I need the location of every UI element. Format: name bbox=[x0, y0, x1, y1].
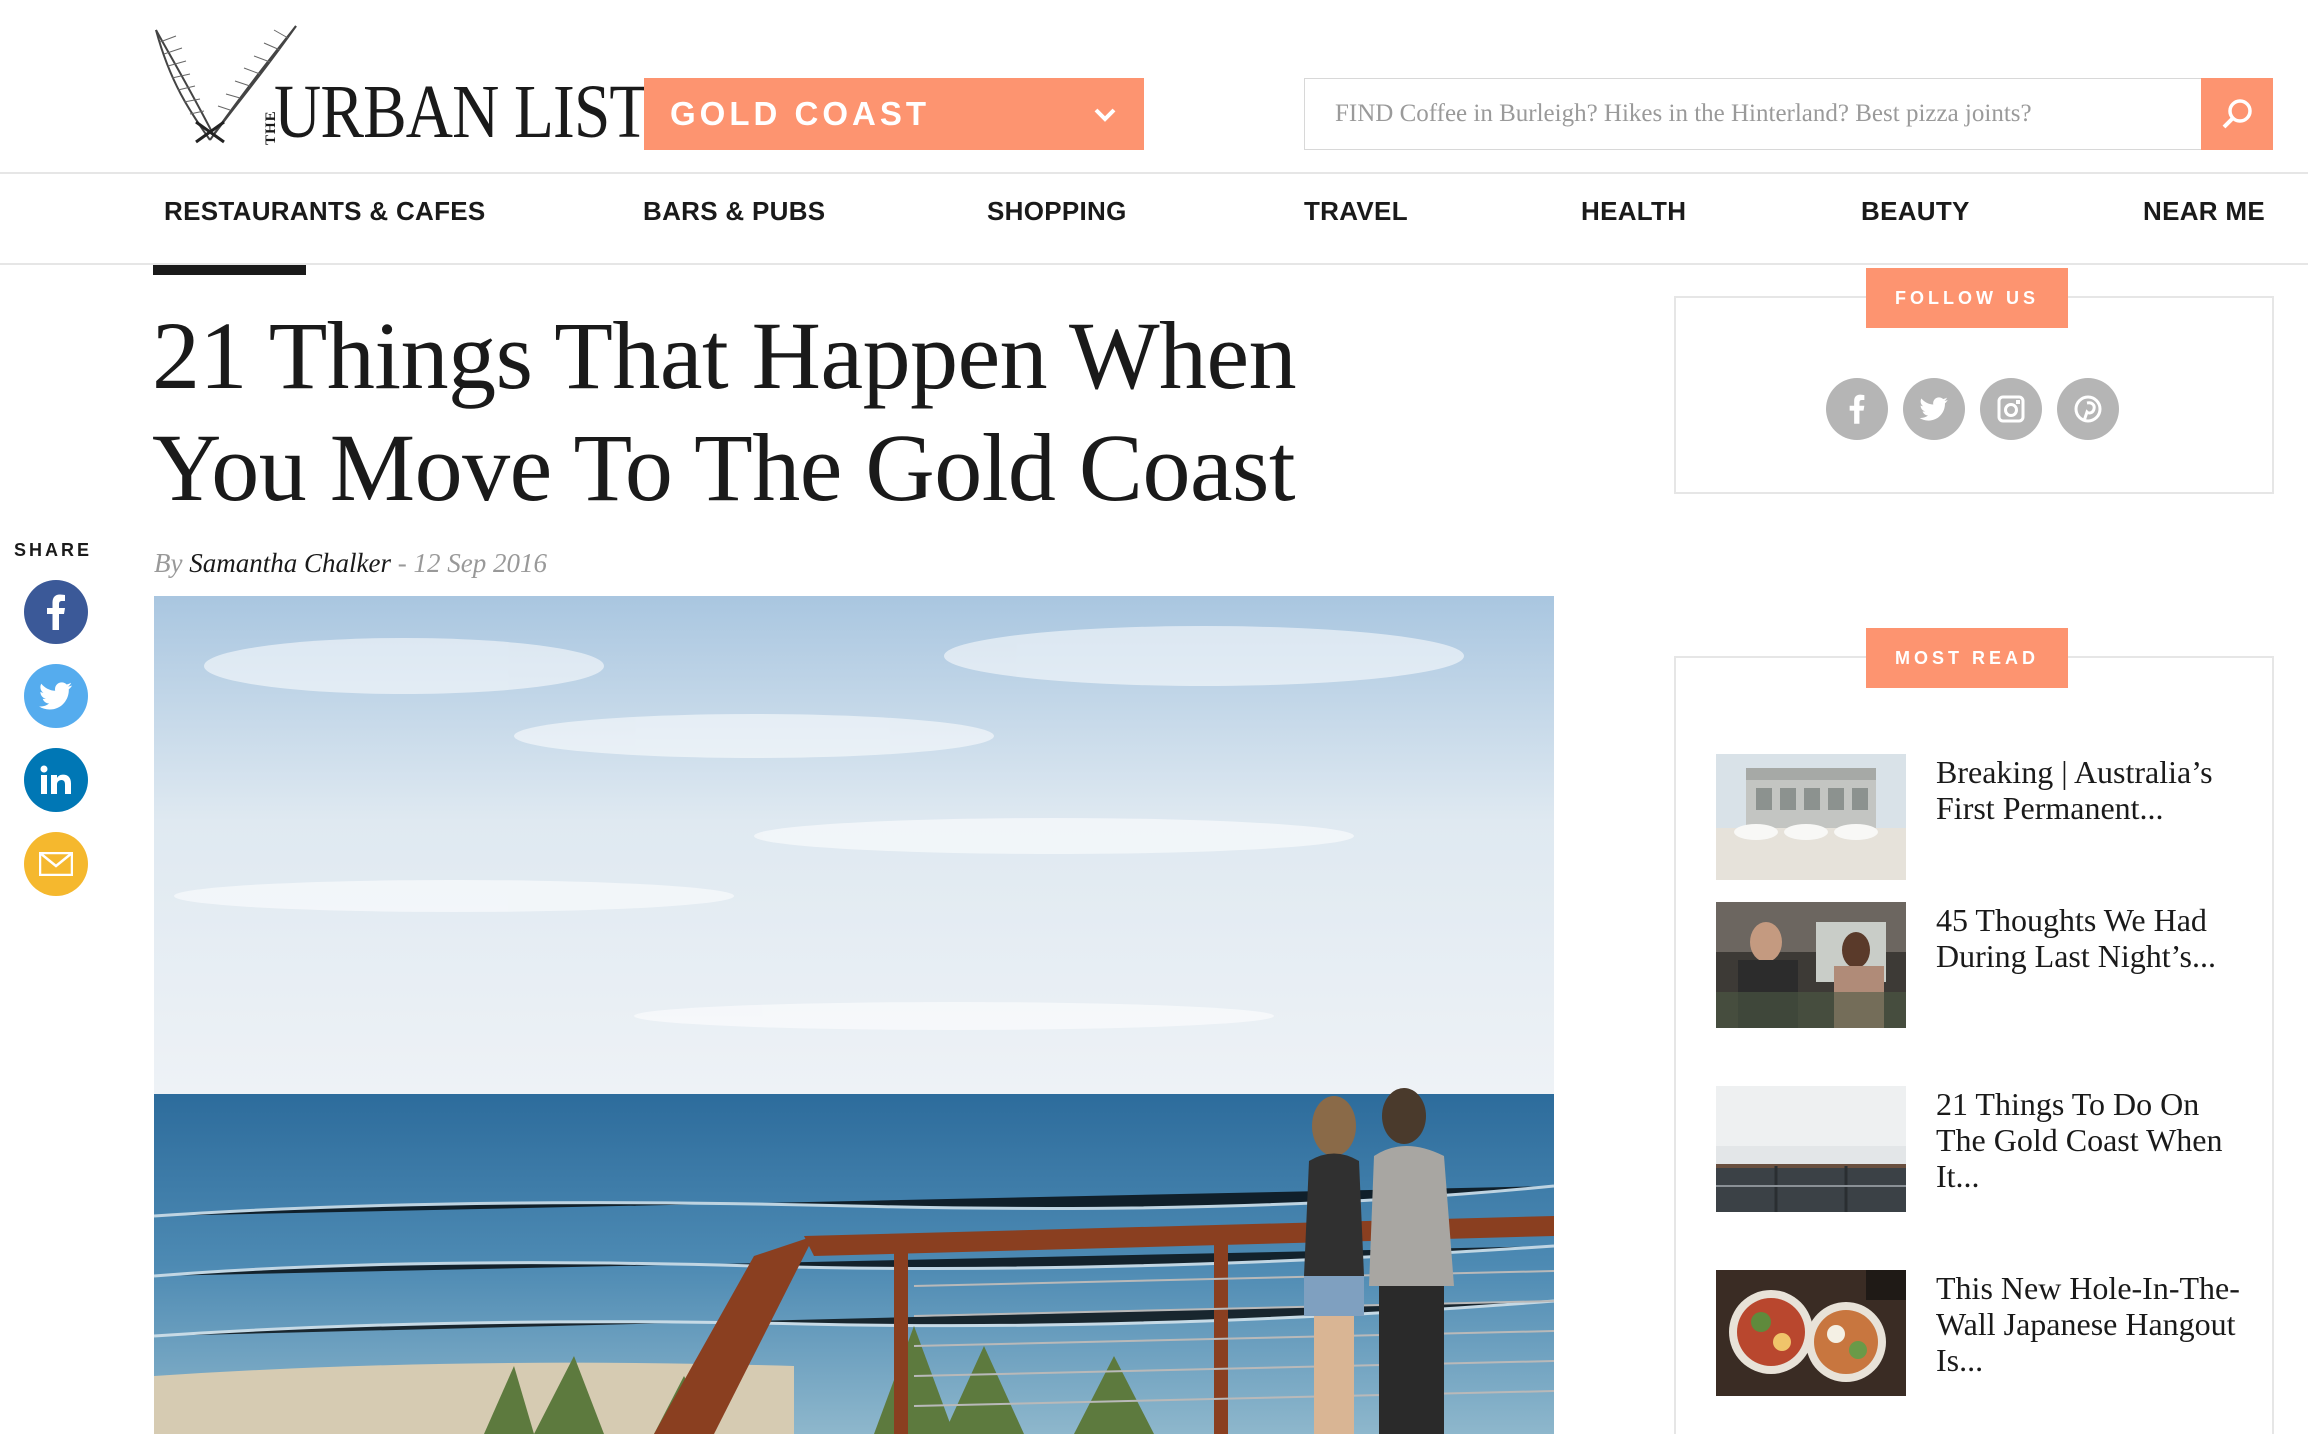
article-title-line-1: 21 Things That Happen When bbox=[152, 302, 1297, 409]
article-title-line-2: You Move To The Gold Coast bbox=[152, 414, 1296, 521]
follow-twitter-button[interactable] bbox=[1903, 378, 1965, 440]
logo-wordmark: URBAN LIST bbox=[274, 70, 649, 154]
follow-us-panel: FOLLOW US bbox=[1674, 268, 2274, 494]
most-read-thumbnail bbox=[1716, 754, 1906, 880]
email-icon bbox=[39, 852, 73, 876]
nav-item-beauty[interactable]: BEAUTY bbox=[1861, 196, 1970, 227]
most-read-thumbnail bbox=[1716, 902, 1906, 1028]
most-read-thumbnail bbox=[1716, 1086, 1906, 1212]
share-linkedin-button[interactable] bbox=[24, 748, 88, 812]
nav-item-bars-pubs[interactable]: BARS & PUBS bbox=[643, 196, 825, 227]
most-read-item[interactable]: 21 Things To Do On The Gold Coast When I… bbox=[1716, 1086, 2246, 1212]
byline-prefix: By bbox=[154, 548, 183, 578]
most-read-title: Breaking | Australia’s First Permanent..… bbox=[1936, 754, 2213, 826]
search-box bbox=[1304, 78, 2202, 150]
nav-divider bbox=[0, 263, 2308, 265]
follow-facebook-button[interactable] bbox=[1826, 378, 1888, 440]
nav-item-near-me[interactable]: NEAR ME bbox=[2143, 196, 2265, 227]
search-input[interactable] bbox=[1335, 100, 2202, 128]
most-read-badge: MOST READ bbox=[1866, 628, 2068, 688]
nav-item-restaurants-cafes[interactable]: RESTAURANTS & CAFES bbox=[164, 196, 486, 227]
nav-item-health[interactable]: HEALTH bbox=[1581, 196, 1686, 227]
most-read-item[interactable]: This New Hole-In-The-Wall Japanese Hango… bbox=[1716, 1270, 2246, 1396]
linkedin-icon bbox=[40, 765, 71, 794]
twitter-icon bbox=[39, 682, 72, 710]
twitter-icon bbox=[1919, 397, 1948, 421]
follow-us-badge: FOLLOW US bbox=[1866, 268, 2068, 328]
city-label: GOLD COAST bbox=[670, 95, 930, 132]
active-nav-indicator bbox=[153, 265, 306, 275]
share-email-button[interactable] bbox=[24, 832, 88, 896]
search-icon bbox=[2222, 99, 2252, 129]
most-read-item[interactable]: Breaking | Australia’s First Permanent..… bbox=[1716, 754, 2246, 880]
search-button[interactable] bbox=[2201, 78, 2273, 150]
share-facebook-button[interactable] bbox=[24, 580, 88, 644]
chevron-down-icon bbox=[1094, 108, 1116, 122]
city-selector[interactable]: GOLD COAST bbox=[644, 78, 1144, 150]
instagram-icon bbox=[1997, 395, 2025, 423]
facebook-icon bbox=[1849, 394, 1865, 424]
share-label: SHARE bbox=[14, 540, 93, 560]
nav-item-shopping[interactable]: SHOPPING bbox=[987, 196, 1127, 227]
most-read-thumbnail bbox=[1716, 1270, 1906, 1396]
share-twitter-button[interactable] bbox=[24, 664, 88, 728]
publish-date: - 12 Sep 2016 bbox=[397, 548, 547, 578]
follow-pinterest-button[interactable] bbox=[2057, 378, 2119, 440]
header-divider bbox=[0, 172, 2308, 174]
most-read-title: 21 Things To Do On The Gold Coast When I… bbox=[1936, 1086, 2223, 1194]
pinterest-icon bbox=[2074, 395, 2102, 423]
facebook-icon bbox=[47, 594, 65, 630]
site-logo[interactable]: THE URBAN LIST bbox=[150, 22, 649, 150]
article-byline: By Samantha Chalker - 12 Sep 2016 bbox=[154, 548, 547, 579]
most-read-title: This New Hole-In-The-Wall Japanese Hango… bbox=[1936, 1270, 2240, 1378]
hero-image bbox=[154, 596, 1554, 1434]
author-link[interactable]: Samantha Chalker bbox=[189, 548, 391, 578]
most-read-title: 45 Thoughts We Had During Last Night’s..… bbox=[1936, 902, 2216, 974]
nav-item-travel[interactable]: TRAVEL bbox=[1304, 196, 1408, 227]
main-nav: RESTAURANTS & CAFES BARS & PUBS SHOPPING… bbox=[0, 196, 2308, 244]
most-read-item[interactable]: 45 Thoughts We Had During Last Night’s..… bbox=[1716, 902, 2246, 1028]
article-title: 21 Things That Happen When You Move To T… bbox=[152, 300, 1552, 524]
follow-instagram-button[interactable] bbox=[1980, 378, 2042, 440]
